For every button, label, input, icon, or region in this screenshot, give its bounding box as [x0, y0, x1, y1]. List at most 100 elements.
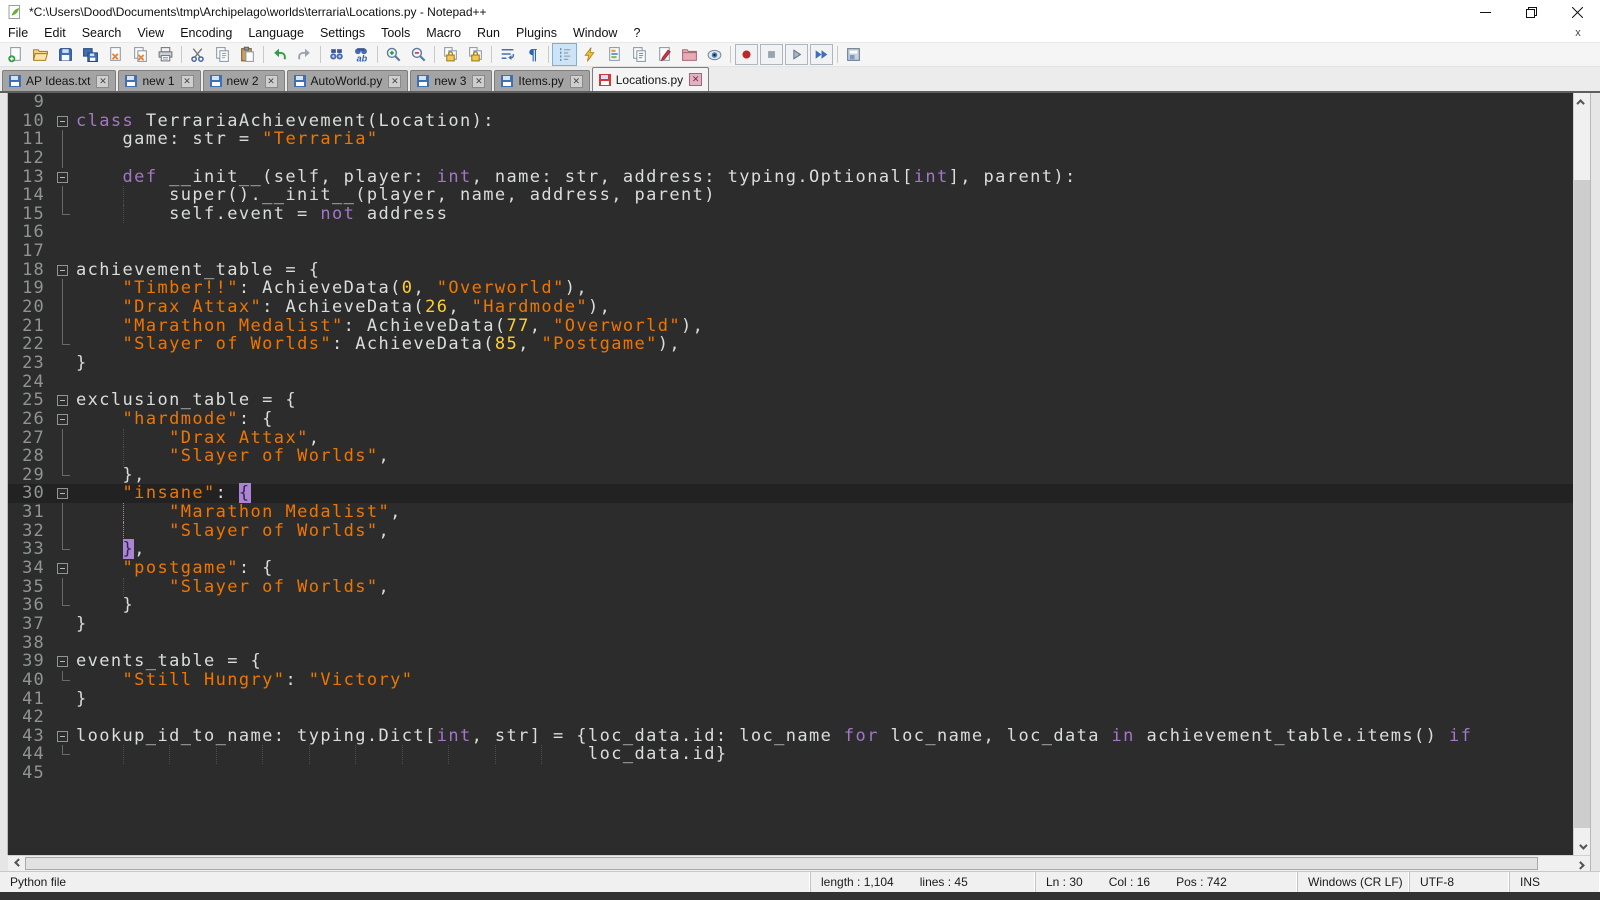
copy-icon[interactable] [210, 43, 235, 66]
code-line[interactable]: 39events_table = { [8, 652, 1573, 671]
zoom-out-icon[interactable] [406, 43, 431, 66]
code-line[interactable]: 18achievement_table = { [8, 261, 1573, 280]
code-line[interactable]: 22 "Slayer of Worlds": AchieveData(85, "… [8, 335, 1573, 354]
code-line[interactable]: 32 "Slayer of Worlds", [8, 522, 1573, 541]
tab-close-icon[interactable]: ✕ [265, 75, 278, 88]
fold-collapse-icon[interactable] [57, 265, 68, 276]
code-line[interactable]: 27 "Drax Attax", [8, 429, 1573, 448]
code-line[interactable]: 16 [8, 223, 1573, 242]
menu-item-file[interactable]: File [0, 25, 36, 42]
scroll-up-arrow[interactable] [1574, 93, 1590, 110]
replace-icon[interactable]: ab [349, 43, 374, 66]
tab-close-icon[interactable]: ✕ [181, 75, 194, 88]
macro-record-icon[interactable] [735, 44, 758, 65]
menu-item-run[interactable]: Run [469, 25, 508, 42]
tab-close-icon[interactable]: ✕ [388, 75, 401, 88]
macro-run-multiple-icon[interactable] [810, 44, 833, 65]
cut-icon[interactable] [185, 43, 210, 66]
code-line[interactable]: 34 "postgame": { [8, 559, 1573, 578]
save-all-icon[interactable] [78, 43, 103, 66]
show-all-characters-icon[interactable]: ¶ [520, 43, 545, 66]
code-line[interactable]: 24 [8, 373, 1573, 392]
horizontal-scroll-thumb[interactable] [25, 857, 1538, 870]
sync-vertical-icon[interactable] [438, 43, 463, 66]
fold-collapse-icon[interactable] [57, 395, 68, 406]
menu-item-window[interactable]: Window [565, 25, 625, 42]
monitoring-eye-icon[interactable] [702, 43, 727, 66]
tab-close-icon[interactable]: ✕ [570, 75, 583, 88]
code-line[interactable]: 45 [8, 764, 1573, 783]
tab-close-icon[interactable]: ✕ [96, 75, 109, 88]
menu-item-view[interactable]: View [129, 25, 172, 42]
scroll-down-arrow[interactable] [1574, 838, 1590, 855]
code-line[interactable]: 35 "Slayer of Worlds", [8, 578, 1573, 597]
print-icon[interactable] [153, 43, 178, 66]
save-icon[interactable] [53, 43, 78, 66]
code-line[interactable]: 38 [8, 634, 1573, 653]
close-icon[interactable] [103, 43, 128, 66]
undo-icon[interactable] [267, 43, 292, 66]
code-line[interactable]: 33 }, [8, 540, 1573, 559]
code-line[interactable]: 21 "Marathon Medalist": AchieveData(77, … [8, 317, 1573, 336]
code-line[interactable]: 36 } [8, 596, 1573, 615]
tab-ap-ideas-txt[interactable]: AP Ideas.txt✕ [2, 70, 116, 91]
code-line[interactable]: 15 self.event = not address [8, 205, 1573, 224]
code-line[interactable]: 12 [8, 149, 1573, 168]
tab-close-icon[interactable]: ✕ [472, 75, 485, 88]
tab-close-icon[interactable]: ✕ [689, 73, 702, 86]
code-line[interactable]: 29 }, [8, 466, 1573, 485]
vertical-scroll-thumb[interactable] [1574, 180, 1590, 828]
menu-item-tools[interactable]: Tools [373, 25, 418, 42]
zoom-in-icon[interactable] [381, 43, 406, 66]
tab-locations-py[interactable]: Locations.py✕ [592, 67, 709, 91]
code-line[interactable]: 23} [8, 354, 1573, 373]
tab-new-3[interactable]: new 3✕ [410, 70, 492, 91]
redo-icon[interactable] [292, 43, 317, 66]
menu-item-encoding[interactable]: Encoding [172, 25, 240, 42]
menu-item-macro[interactable]: Macro [418, 25, 469, 42]
fold-collapse-icon[interactable] [57, 731, 68, 742]
code-line[interactable]: 11 game: str = "Terraria" [8, 130, 1573, 149]
macro-save-icon[interactable] [841, 43, 866, 66]
fold-collapse-icon[interactable] [57, 172, 68, 183]
close-button[interactable] [1554, 0, 1600, 24]
restore-button[interactable] [1508, 0, 1554, 24]
code-line[interactable]: 25exclusion_table = { [8, 391, 1573, 410]
menu-item-language[interactable]: Language [240, 25, 312, 42]
macro-play-icon[interactable] [785, 44, 808, 65]
tab-items-py[interactable]: Items.py✕ [494, 70, 589, 91]
current-code-line[interactable]: 30 "insane": { [8, 484, 1573, 503]
new-file-icon[interactable] [3, 43, 28, 66]
fold-collapse-icon[interactable] [57, 488, 68, 499]
tab-autoworld-py[interactable]: AutoWorld.py✕ [287, 70, 409, 91]
folder-as-workspace-icon[interactable] [677, 43, 702, 66]
code-line[interactable]: 9 [8, 93, 1573, 112]
fold-collapse-icon[interactable] [57, 656, 68, 667]
document-edit-icon[interactable] [652, 43, 677, 66]
code-line[interactable]: 20 "Drax Attax": AchieveData(26, "Hardmo… [8, 298, 1573, 317]
menu-item-help[interactable]: ? [625, 25, 648, 42]
scroll-right-arrow[interactable] [1573, 855, 1590, 871]
tab-new-2[interactable]: new 2✕ [203, 70, 285, 91]
code-line[interactable]: 26 "hardmode": { [8, 410, 1573, 429]
fold-collapse-icon[interactable] [57, 116, 68, 127]
macro-stop-icon[interactable] [760, 44, 783, 65]
tab-new-1[interactable]: new 1✕ [118, 70, 200, 91]
code-line[interactable]: 28 "Slayer of Worlds", [8, 447, 1573, 466]
code-line[interactable]: 40 "Still Hungry": "Victory" [8, 671, 1573, 690]
code-line[interactable]: 19 "Timber!!": AchieveData(0, "Overworld… [8, 279, 1573, 298]
resize-gripper[interactable] [1590, 855, 1600, 871]
fold-collapse-icon[interactable] [57, 414, 68, 425]
close-all-icon[interactable] [128, 43, 153, 66]
horizontal-scrollbar[interactable] [8, 855, 1573, 871]
code-line[interactable]: 13 def __init__(self, player: int, name:… [8, 168, 1573, 187]
open-icon[interactable] [28, 43, 53, 66]
code-line[interactable]: 43lookup_id_to_name: typing.Dict[int, st… [8, 727, 1573, 746]
menu-item-settings[interactable]: Settings [312, 25, 373, 42]
function-list-icon[interactable] [577, 43, 602, 66]
code-line[interactable]: 41} [8, 690, 1573, 709]
word-wrap-icon[interactable] [495, 43, 520, 66]
show-indent-guide-icon[interactable] [552, 43, 577, 66]
code-line[interactable]: 37} [8, 615, 1573, 634]
code-line[interactable]: 14 super().__init__(player, name, addres… [8, 186, 1573, 205]
